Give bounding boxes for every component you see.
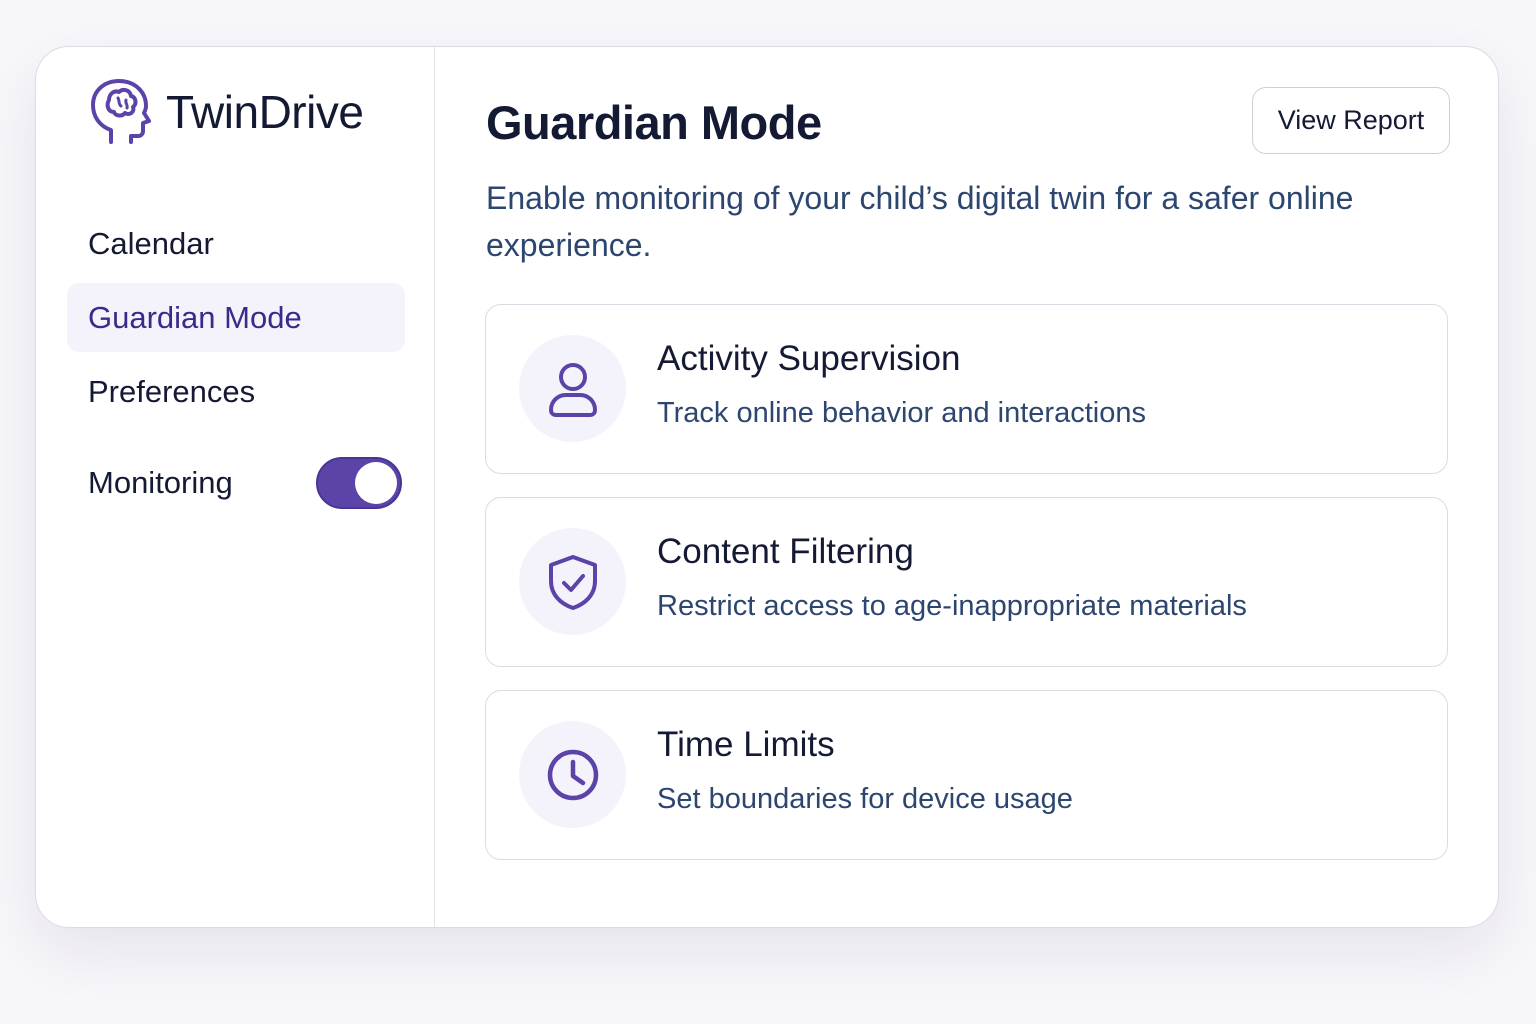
card-activity-supervision[interactable]: Activity Supervision Track online behavi… [485, 304, 1448, 474]
brain-head-icon [88, 77, 152, 147]
card-title: Activity Supervision [657, 339, 961, 378]
monitoring-label: Monitoring [88, 465, 233, 500]
card-content-filtering[interactable]: Content Filtering Restrict access to age… [485, 497, 1448, 667]
monitoring-toggle[interactable] [316, 457, 402, 509]
sidebar-item-guardian-mode[interactable]: Guardian Mode [67, 283, 405, 352]
main-content: Guardian Mode View Report Enable monitor… [435, 47, 1498, 927]
card-title: Time Limits [657, 725, 835, 764]
card-description: Track online behavior and interactions [657, 397, 1146, 429]
app-window: TwinDrive Calendar Guardian Mode Prefere… [35, 46, 1499, 928]
user-icon [519, 335, 626, 442]
card-time-limits[interactable]: Time Limits Set boundaries for device us… [485, 690, 1448, 860]
page-title: Guardian Mode [486, 96, 822, 149]
card-description: Restrict access to age-inappropriate mat… [657, 590, 1247, 622]
card-description: Set boundaries for device usage [657, 783, 1073, 815]
view-report-button[interactable]: View Report [1252, 87, 1450, 154]
sidebar-item-preferences[interactable]: Preferences [67, 357, 405, 426]
sidebar-nav: Calendar Guardian Mode Preferences [67, 209, 405, 431]
clock-icon [519, 721, 626, 828]
page-subtitle: Enable monitoring of your child’s digita… [486, 180, 1354, 263]
toggle-knob [355, 462, 397, 504]
sidebar: TwinDrive Calendar Guardian Mode Prefere… [36, 47, 435, 927]
monitoring-row: Monitoring [88, 453, 402, 513]
app-name: TwinDrive [166, 86, 364, 138]
brand[interactable]: TwinDrive [88, 77, 364, 147]
card-title: Content Filtering [657, 532, 914, 571]
sidebar-item-calendar[interactable]: Calendar [67, 209, 405, 278]
shield-check-icon [519, 528, 626, 635]
